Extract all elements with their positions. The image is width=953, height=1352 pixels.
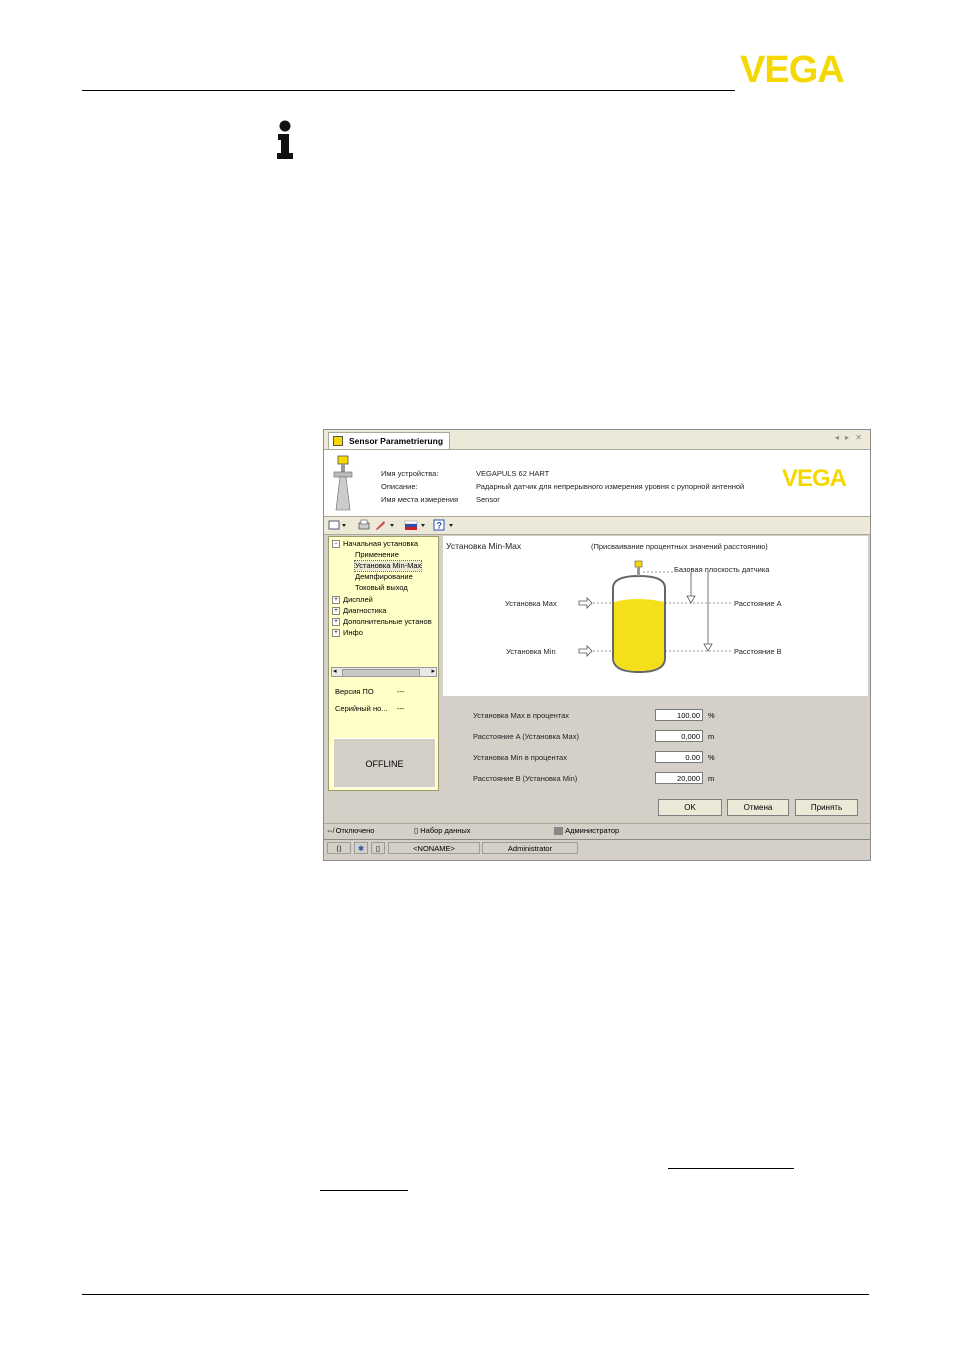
max-arrow-icon <box>578 597 593 609</box>
underline-link-2[interactable] <box>320 1190 408 1191</box>
field-unit-max-percent: % <box>708 711 715 720</box>
field-unit-min-percent: % <box>708 753 715 762</box>
tree-label: Дополнительные установ <box>343 617 432 626</box>
tree-label: Дисплей <box>343 595 373 604</box>
project-name: <NONAME> <box>388 842 480 854</box>
status-bar-top: ⇎ Отключено ▯ Набор данных Администратор <box>324 823 870 838</box>
wrench-icon[interactable] <box>374 519 396 531</box>
offline-status: OFFLINE <box>333 738 436 788</box>
tree-item-minmax[interactable]: Установка Min-Max <box>353 560 423 572</box>
user-status: Администратор <box>554 825 619 837</box>
tree-scrollbar[interactable]: ◂ ▸ <box>331 667 437 677</box>
expand-icon[interactable]: + <box>332 607 340 616</box>
tab-strip: Sensor Parametrierung ◂ ▸ ✕ <box>324 430 870 450</box>
print-icon[interactable] <box>357 519 371 531</box>
field-unit-distance-a: m <box>708 732 715 741</box>
tab-nav-icons[interactable]: ◂ ▸ ✕ <box>835 433 864 442</box>
lock-icon[interactable]: ▯ <box>371 842 385 854</box>
header-rule <box>82 90 735 91</box>
expand-icon[interactable]: + <box>332 629 340 638</box>
sensor-icon <box>333 436 343 446</box>
device-header: Имя устройства: VEGAPULS 62 HART Описани… <box>324 450 870 517</box>
cancel-button[interactable]: Отмена <box>727 799 789 816</box>
distance-b-input[interactable] <box>655 772 703 784</box>
tree-item-info[interactable]: + Инфо <box>332 628 363 638</box>
min-percent-input[interactable] <box>655 751 703 763</box>
scroll-right-icon[interactable]: ▸ <box>431 668 435 676</box>
svg-text:VEGA: VEGA <box>740 52 844 84</box>
disconnected-label: Отключено <box>335 826 375 835</box>
tab-sensor-parametrierung[interactable]: Sensor Parametrierung <box>328 432 451 449</box>
measurement-point-value: Sensor <box>476 495 500 504</box>
field-label-max-percent: Установка Max в процентах <box>473 711 570 720</box>
info-icon <box>277 120 293 159</box>
tree-item-additional-settings[interactable]: + Дополнительные установ <box>332 617 432 627</box>
user-icon <box>554 827 563 836</box>
flag-icon[interactable] <box>404 519 428 531</box>
field-label-min-percent: Установка Min в процентах <box>473 753 567 762</box>
sw-version-label: Версия ПО <box>335 687 374 696</box>
disconnected-icon: ⇎ <box>326 826 334 835</box>
tree-label: Инфо <box>343 628 363 637</box>
expand-icon[interactable]: + <box>332 596 340 605</box>
scroll-left-icon[interactable]: ◂ <box>333 668 337 676</box>
field-label-distance-b: Расстояние B (Установка Min) <box>473 774 578 783</box>
ok-button[interactable]: OK <box>658 799 722 816</box>
status-bar-bottom: ⟨⟩ ✱ ▯ <NONAME> Administrator <box>324 839 870 858</box>
dataset-icon: ▯ <box>414 826 419 835</box>
vega-logo: VEGA <box>740 52 845 84</box>
expand-icon[interactable]: + <box>332 618 340 627</box>
serial-number-label: Серийный но... <box>335 704 388 713</box>
tree-item-diagnostics[interactable]: + Диагностика <box>332 606 386 616</box>
connection-status: ⇎ Отключено <box>326 825 374 837</box>
dataset-status: ▯ Набор данных <box>414 825 471 837</box>
field-unit-distance-b: m <box>708 774 715 783</box>
minmax-diagram: Установка Min-Max (Присваивание процентн… <box>443 536 868 696</box>
max-percent-input[interactable] <box>655 709 703 721</box>
tab-label: Sensor Parametrierung <box>349 436 444 446</box>
svg-text:VEGA: VEGA <box>782 466 847 488</box>
distance-a-input[interactable] <box>655 730 703 742</box>
toolbar: ? <box>324 517 870 535</box>
device-name-value: VEGAPULS 62 HART <box>476 469 550 478</box>
help-icon[interactable]: ? <box>433 519 457 531</box>
min-arrow-icon <box>578 645 593 657</box>
scroll-thumb[interactable] <box>342 669 420 677</box>
tree-item-application[interactable]: Применение <box>355 550 399 560</box>
tree-label: Начальная установка <box>343 539 419 548</box>
dataset-label: Набор данных <box>420 826 471 835</box>
collapse-icon[interactable]: − <box>332 540 340 549</box>
measurement-point-label: Имя места измерения <box>381 495 459 504</box>
tree-label: Диагностика <box>343 606 387 615</box>
tree-item-initial-setup[interactable]: − Начальная установка <box>332 539 418 549</box>
vega-logo-window: VEGA <box>782 466 848 488</box>
sw-version-value: --- <box>397 687 405 696</box>
tree-item-damping[interactable]: Демпфирование <box>355 572 413 582</box>
navigation-panel: − Начальная установка Применение Установк… <box>328 536 439 791</box>
sensor-window: Sensor Parametrierung ◂ ▸ ✕ Имя устройст… <box>323 429 871 861</box>
serial-number-value: --- <box>397 704 405 713</box>
view-icon[interactable] <box>328 519 348 531</box>
radar-sensor-icon <box>333 455 353 511</box>
device-name-label: Имя устройства: <box>381 469 439 478</box>
svg-text:?: ? <box>437 521 443 531</box>
star-icon[interactable]: ✱ <box>354 842 368 854</box>
footer-rule <box>82 1294 869 1295</box>
tree-item-current-output[interactable]: Токовый выход <box>355 583 408 593</box>
apply-button[interactable]: Принять <box>795 799 858 816</box>
tank-diagram <box>578 560 733 674</box>
description-label: Описание: <box>381 482 418 491</box>
admin-ru-label: Администратор <box>565 826 620 835</box>
connect-icon[interactable]: ⟨⟩ <box>327 842 351 854</box>
underline-link-1[interactable] <box>668 1168 794 1169</box>
tree-item-display[interactable]: + Дисплей <box>332 595 373 605</box>
field-label-distance-a: Расстояние A (Установка Max) <box>473 732 579 741</box>
description-value: Радарный датчик для непрерывного измерен… <box>476 482 745 491</box>
minmax-content: Установка Min-Max (Присваивание процентн… <box>443 536 868 789</box>
current-user: Administrator <box>482 842 578 854</box>
